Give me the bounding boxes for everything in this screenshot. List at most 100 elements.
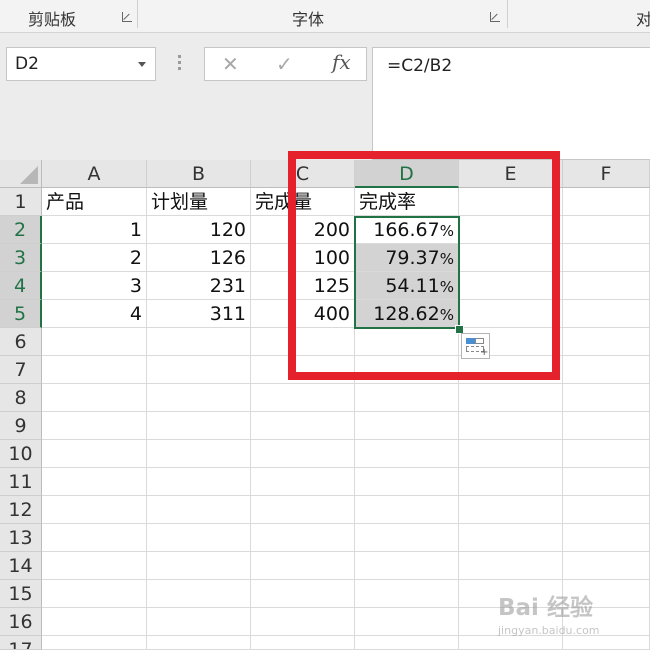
cell-d14[interactable] — [355, 552, 459, 580]
cell-e12[interactable] — [459, 496, 563, 524]
cell-b6[interactable] — [147, 328, 251, 356]
cell-b14[interactable] — [147, 552, 251, 580]
cell-c10[interactable] — [251, 440, 355, 468]
cell-f15[interactable] — [563, 580, 650, 608]
cell-b16[interactable] — [147, 608, 251, 636]
cell-e15[interactable] — [459, 580, 563, 608]
cell-a4[interactable]: 3 — [42, 272, 147, 300]
row-header-3[interactable]: 3 — [0, 244, 42, 272]
cell-b8[interactable] — [147, 384, 251, 412]
select-all-corner[interactable] — [0, 160, 42, 188]
column-header-d[interactable]: D — [355, 160, 459, 188]
cell-b7[interactable] — [147, 356, 251, 384]
cell-e8[interactable] — [459, 384, 563, 412]
cell-b5[interactable]: 311 — [147, 300, 251, 328]
cell-b3[interactable]: 126 — [147, 244, 251, 272]
cell-f13[interactable] — [563, 524, 650, 552]
cell-b1[interactable]: 计划量 — [147, 188, 251, 216]
cell-d4[interactable]: 54.11% — [355, 272, 459, 300]
row-header-15[interactable]: 15 — [0, 580, 42, 608]
cell-c4[interactable]: 125 — [251, 272, 355, 300]
cell-c2[interactable]: 200 — [251, 216, 355, 244]
cell-d9[interactable] — [355, 412, 459, 440]
cell-d3[interactable]: 79.37% — [355, 244, 459, 272]
cell-c12[interactable] — [251, 496, 355, 524]
name-box[interactable]: D2 — [6, 47, 156, 81]
cell-b11[interactable] — [147, 468, 251, 496]
cell-f2[interactable] — [563, 216, 650, 244]
cell-f16[interactable] — [563, 608, 650, 636]
cell-a16[interactable] — [42, 608, 147, 636]
cell-c15[interactable] — [251, 580, 355, 608]
cell-f5[interactable] — [563, 300, 650, 328]
row-header-12[interactable]: 12 — [0, 496, 42, 524]
cell-a3[interactable]: 2 — [42, 244, 147, 272]
row-header-13[interactable]: 13 — [0, 524, 42, 552]
cell-c9[interactable] — [251, 412, 355, 440]
cell-d16[interactable] — [355, 608, 459, 636]
cell-c14[interactable] — [251, 552, 355, 580]
row-header-16[interactable]: 16 — [0, 608, 42, 636]
row-header-1[interactable]: 1 — [0, 188, 42, 216]
row-header-6[interactable]: 6 — [0, 328, 42, 356]
row-header-9[interactable]: 9 — [0, 412, 42, 440]
row-header-7[interactable]: 7 — [0, 356, 42, 384]
row-header-17[interactable]: 17 — [0, 636, 42, 650]
enter-check-icon[interactable]: ✓ — [276, 52, 293, 76]
cell-c6[interactable] — [251, 328, 355, 356]
cell-c7[interactable] — [251, 356, 355, 384]
cell-d8[interactable] — [355, 384, 459, 412]
cell-e10[interactable] — [459, 440, 563, 468]
formula-input[interactable]: =C2/B2 — [372, 47, 650, 160]
cell-b15[interactable] — [147, 580, 251, 608]
cell-c11[interactable] — [251, 468, 355, 496]
column-header-a[interactable]: A — [42, 160, 147, 188]
cell-a14[interactable] — [42, 552, 147, 580]
cell-d1[interactable]: 完成率 — [355, 188, 459, 216]
cell-e4[interactable] — [459, 272, 563, 300]
cell-b10[interactable] — [147, 440, 251, 468]
cell-a8[interactable] — [42, 384, 147, 412]
cell-e2[interactable] — [459, 216, 563, 244]
cell-b4[interactable]: 231 — [147, 272, 251, 300]
cell-c5[interactable]: 400 — [251, 300, 355, 328]
column-header-c[interactable]: C — [251, 160, 355, 188]
cell-a7[interactable] — [42, 356, 147, 384]
cell-f14[interactable] — [563, 552, 650, 580]
cell-f6[interactable] — [563, 328, 650, 356]
cell-d5[interactable]: 128.62% — [355, 300, 459, 328]
column-header-e[interactable]: E — [459, 160, 563, 188]
chevron-down-icon[interactable] — [138, 62, 146, 67]
cell-d15[interactable] — [355, 580, 459, 608]
cell-a5[interactable]: 4 — [42, 300, 147, 328]
cell-a2[interactable]: 1 — [42, 216, 147, 244]
cell-f12[interactable] — [563, 496, 650, 524]
cell-e3[interactable] — [459, 244, 563, 272]
cancel-icon[interactable]: ✕ — [222, 52, 239, 76]
cell-d11[interactable] — [355, 468, 459, 496]
cell-c16[interactable] — [251, 608, 355, 636]
cell-a11[interactable] — [42, 468, 147, 496]
clipboard-launcher-icon[interactable] — [122, 12, 132, 22]
drag-handle-icon[interactable] — [178, 55, 181, 73]
row-header-11[interactable]: 11 — [0, 468, 42, 496]
cell-b9[interactable] — [147, 412, 251, 440]
cell-d6[interactable] — [355, 328, 459, 356]
cell-f3[interactable] — [563, 244, 650, 272]
cell-d2[interactable]: 166.67% — [355, 216, 459, 244]
cell-d10[interactable] — [355, 440, 459, 468]
cell-d17[interactable] — [355, 636, 459, 650]
cell-f1[interactable] — [563, 188, 650, 216]
cell-a15[interactable] — [42, 580, 147, 608]
cell-a6[interactable] — [42, 328, 147, 356]
row-header-8[interactable]: 8 — [0, 384, 42, 412]
cell-c3[interactable]: 100 — [251, 244, 355, 272]
row-header-14[interactable]: 14 — [0, 552, 42, 580]
cell-f9[interactable] — [563, 412, 650, 440]
cell-a10[interactable] — [42, 440, 147, 468]
cell-b13[interactable] — [147, 524, 251, 552]
cell-f17[interactable] — [563, 636, 650, 650]
cell-e5[interactable] — [459, 300, 563, 328]
cell-a12[interactable] — [42, 496, 147, 524]
cell-e1[interactable] — [459, 188, 563, 216]
